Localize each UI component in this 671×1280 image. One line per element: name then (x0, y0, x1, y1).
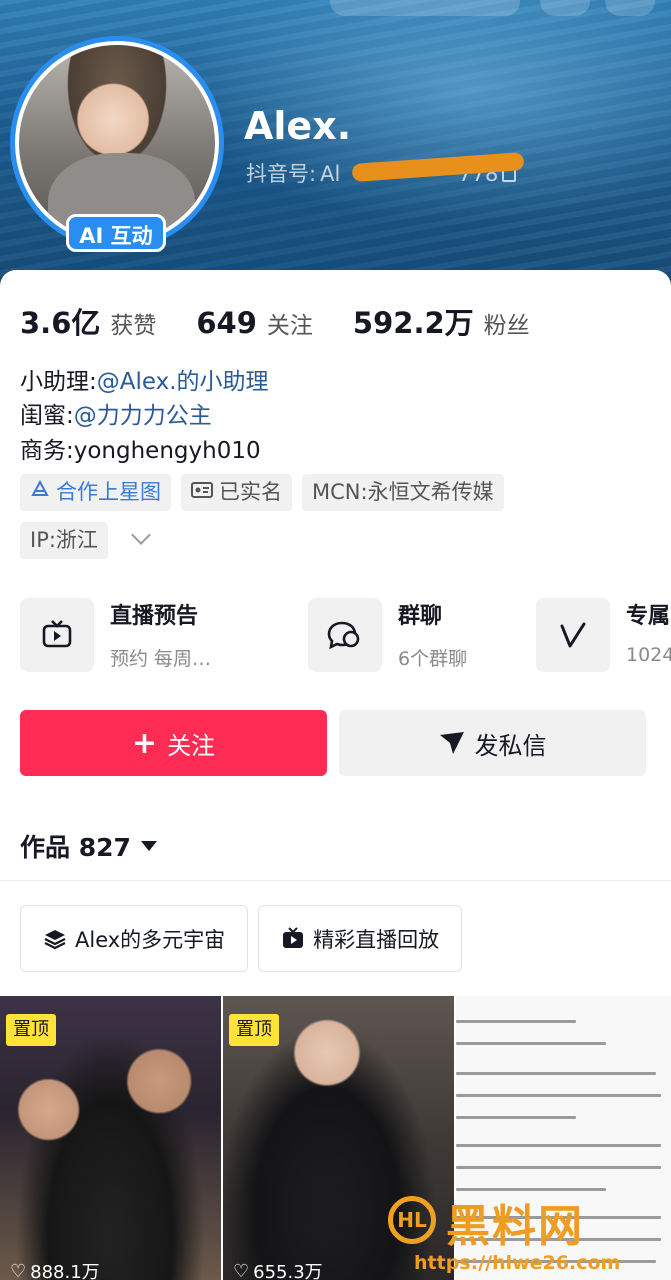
followers-label: 粉丝 (483, 313, 530, 339)
business-value: yonghengyh010 (73, 438, 261, 464)
pinned-badge: 置顶 (229, 1014, 279, 1046)
top-bar-search-pill[interactable] (330, 0, 520, 16)
group-chat-sub: 6个群聊 (398, 648, 468, 670)
douyin-id-value: Al (320, 162, 341, 186)
group-chat-card[interactable]: 群聊 6个群聊 (308, 598, 467, 672)
watermark-logo: HL (388, 1196, 436, 1244)
assistant-link[interactable]: @Alex.的小助理 (97, 369, 269, 395)
works-tab[interactable]: 作品 827 (20, 828, 157, 864)
verified-label: 已实名 (219, 480, 282, 504)
message-label: 发私信 (474, 731, 547, 760)
stats-row: 3.6亿 获赞 649 关注 592.2万 粉丝 (20, 300, 570, 342)
likes-label: 获赞 (110, 313, 157, 339)
top-bar-more-button[interactable] (605, 0, 655, 16)
live-replay-chip[interactable]: 精彩直播回放 (258, 905, 463, 972)
works-label: 作品 827 (20, 833, 131, 862)
caret-down-icon (140, 841, 157, 851)
likes-value: 888.1万 (30, 1262, 100, 1280)
mcn-tag[interactable]: MCN:永恒文希传媒 (302, 474, 504, 511)
universe-chip[interactable]: Alex的多元宇宙 (20, 905, 249, 972)
layers-icon (43, 927, 67, 951)
assistant-label: 小助理: (20, 369, 97, 395)
profile-tags: 合作上星图 已实名 MCN:永恒文希传媒 (20, 474, 504, 511)
live-replay-label: 精彩直播回放 (313, 927, 440, 952)
ai-interact-badge[interactable]: AI 互动 (66, 214, 166, 252)
live-preview-sub: 预约 每周… (110, 648, 212, 670)
avatar-image (19, 45, 215, 241)
message-button[interactable]: 发私信 (339, 710, 646, 776)
star-map-label: 合作上星图 (56, 480, 161, 504)
top-bar-button[interactable] (540, 0, 590, 16)
verified-tag[interactable]: 已实名 (181, 474, 292, 511)
universe-label: Alex的多元宇宙 (75, 927, 226, 952)
likes-value: 655.3万 (253, 1262, 323, 1280)
heart-icon: ♡ (233, 1260, 250, 1280)
nickname: Alex. (244, 104, 352, 148)
id-card-icon (191, 474, 213, 511)
profile-sheet: 3.6亿 获赞 649 关注 592.2万 粉丝 小助理:@Alex.的小助理 闺蜜:… (0, 270, 671, 1280)
star-map-icon (30, 474, 50, 511)
live-tv-icon (281, 926, 305, 951)
live-preview-title: 直播预告 (110, 604, 199, 629)
video-likes: ♡ 655.3万 (233, 1258, 323, 1280)
tv-icon (20, 598, 94, 672)
video-likes: ♡ 888.1万 (10, 1258, 100, 1280)
exclusive-card[interactable]: 专属 1024 (536, 598, 671, 672)
follow-label: 关注 (167, 731, 216, 760)
ip-location-tag: IP:浙江 (20, 522, 108, 559)
pinned-badge: 置顶 (6, 1014, 56, 1046)
followers-count[interactable]: 592.2万 (353, 300, 474, 342)
likes-count[interactable]: 3.6亿 (20, 300, 100, 342)
watermark-url: https://hlwe26.com (414, 1252, 621, 1274)
collection-chips: Alex的多元宇宙 精彩直播回放 (20, 905, 463, 972)
bio-bestie-line: 闺蜜:@力力力公主 (20, 396, 212, 430)
send-icon (439, 732, 464, 754)
divider (0, 880, 671, 881)
chevron-down-icon[interactable] (131, 525, 151, 545)
chat-bubbles-icon (308, 598, 382, 672)
mcn-label: MCN:永恒文希传媒 (312, 480, 494, 504)
video-thumbnail[interactable]: 置顶 ♡ 888.1万 (0, 996, 221, 1280)
feature-cards: 直播预告 预约 每周… 群聊 6个群聊 专属 1024 (20, 598, 671, 672)
group-chat-title: 群聊 (398, 604, 443, 629)
bio-business-line: 商务:yonghengyh010 (20, 431, 261, 465)
bestie-label: 闺蜜: (20, 403, 74, 429)
live-preview-card[interactable]: 直播预告 预约 每周… (20, 598, 211, 672)
following-count[interactable]: 649 (196, 306, 257, 340)
v-logo-icon (536, 598, 610, 672)
site-watermark: HL 黑料网 https://hlwe26.com (384, 1186, 671, 1280)
bio-assistant-line: 小助理:@Alex.的小助理 (20, 362, 269, 396)
bestie-link[interactable]: @力力力公主 (74, 403, 212, 429)
douyin-id-label: 抖音号: (246, 162, 317, 186)
heart-icon: ♡ (10, 1260, 27, 1280)
following-label: 关注 (266, 313, 313, 339)
plus-icon: + (131, 725, 158, 761)
follow-button[interactable]: + 关注 (20, 710, 327, 776)
profile-banner: AI 互动 Alex. 抖音号: Al 778 (0, 0, 671, 300)
star-map-tag[interactable]: 合作上星图 (20, 474, 171, 511)
business-label: 商务: (20, 438, 74, 464)
ip-label: IP:浙江 (30, 528, 98, 552)
exclusive-title: 专属 (626, 604, 671, 629)
exclusive-sub: 1024 (626, 644, 671, 666)
watermark-text: 黑料网 (446, 1201, 584, 1252)
